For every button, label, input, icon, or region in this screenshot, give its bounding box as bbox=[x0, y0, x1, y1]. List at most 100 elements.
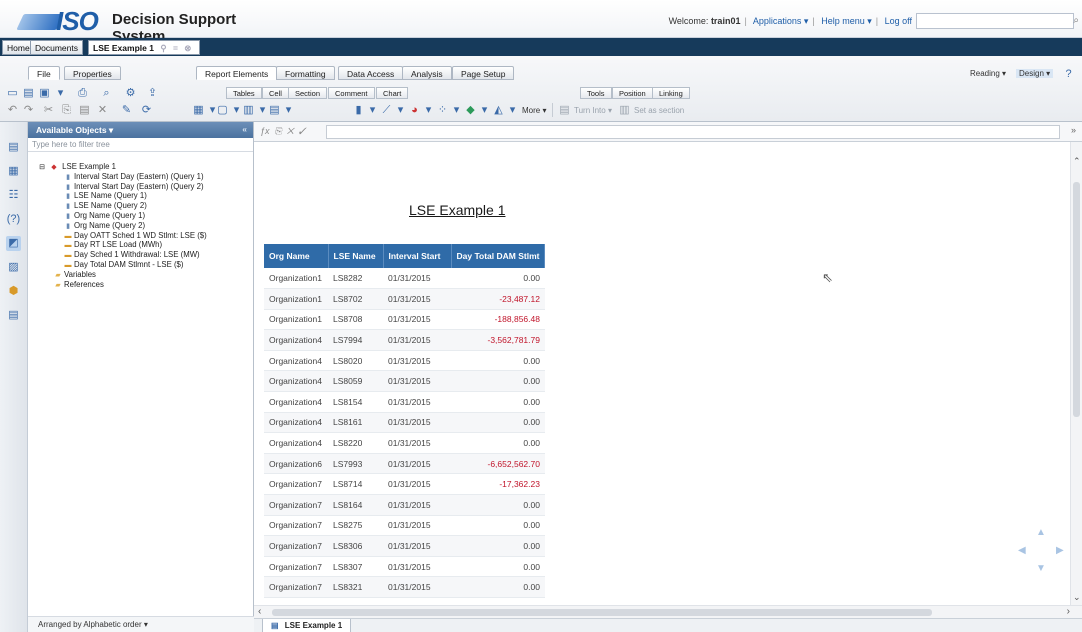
tree-item[interactable]: ▬ Day Sched 1 Withdrawal: LSE (MW) bbox=[36, 250, 253, 260]
subtab-comment[interactable]: Comment bbox=[328, 87, 375, 99]
cell-org-name[interactable]: Organization6 bbox=[264, 453, 328, 475]
cell-org-name[interactable]: Organization1 bbox=[264, 268, 328, 290]
cell-day-total-dam[interactable]: 0.00 bbox=[451, 494, 545, 516]
tree-item[interactable]: ▮ LSE Name (Query 1) bbox=[36, 191, 253, 201]
export-icon[interactable]: ⇪ bbox=[146, 87, 159, 100]
cell-interval-start[interactable]: 01/31/2015 bbox=[383, 309, 451, 331]
save-dropdown-icon[interactable]: ▾ bbox=[54, 87, 67, 100]
cell-interval-start[interactable]: 01/31/2015 bbox=[383, 576, 451, 598]
tab-documents[interactable]: Documents bbox=[30, 40, 83, 55]
formula-toolbar-icons[interactable]: ƒx ⎘ ✕ ✓ bbox=[260, 126, 305, 137]
tree-item[interactable]: ▰ Variables bbox=[36, 270, 253, 280]
tree-root[interactable]: ⊟ ◆ LSE Example 1 bbox=[36, 162, 253, 172]
subtab-tables[interactable]: Tables bbox=[226, 87, 262, 99]
cell-org-name[interactable]: Organization1 bbox=[264, 309, 328, 331]
cell-interval-start[interactable]: 01/31/2015 bbox=[383, 412, 451, 434]
insert-freecell-icon[interactable]: ▤ bbox=[268, 104, 281, 117]
cell-day-total-dam[interactable]: 0.00 bbox=[451, 370, 545, 393]
find-icon[interactable]: ⌕ bbox=[100, 87, 113, 100]
input-controls-icon[interactable]: ☷ bbox=[6, 188, 21, 203]
new-document-icon[interactable]: ▭ bbox=[6, 87, 19, 100]
tree-item[interactable]: ▰ References bbox=[36, 280, 253, 290]
cell-org-name[interactable]: Organization4 bbox=[264, 412, 328, 434]
refresh-icon[interactable]: ⟳ bbox=[140, 104, 153, 117]
save-icon[interactable]: ▣ bbox=[38, 87, 51, 100]
cell-lse-name[interactable]: LS8161 bbox=[328, 412, 383, 434]
cell-day-total-dam[interactable]: 0.00 bbox=[451, 535, 545, 557]
tab-analysis[interactable]: Analysis bbox=[402, 66, 452, 80]
scroll-right-icon[interactable]: › bbox=[1067, 606, 1070, 617]
table-row[interactable]: Organization4 LS7994 01/31/2015 -3,562,781.… bbox=[264, 329, 545, 351]
document-summary-icon[interactable]: ▤ bbox=[6, 140, 21, 155]
map-chart-dropdown-icon[interactable]: ▾ bbox=[478, 104, 491, 117]
cell-lse-name[interactable]: LS8154 bbox=[328, 391, 383, 413]
tree-item[interactable]: ▬ Day Total DAM Stlmnt - LSE ($) bbox=[36, 260, 253, 270]
pin-icon[interactable]: ⚲ bbox=[160, 43, 166, 53]
table-row[interactable]: Organization7 LS8306 01/31/2015 0.00 bbox=[264, 535, 545, 557]
cell-lse-name[interactable]: LS8164 bbox=[328, 494, 383, 516]
nav-left-icon[interactable]: ◀ bbox=[1018, 545, 1026, 556]
cell-interval-start[interactable]: 01/31/2015 bbox=[383, 329, 451, 351]
table-row[interactable]: Organization6 LS7993 01/31/2015 -6,652,562.… bbox=[264, 453, 545, 475]
scroll-left-icon[interactable]: ‹ bbox=[258, 606, 261, 617]
vertical-scrollbar[interactable]: ⌃ ⌄ bbox=[1070, 142, 1082, 605]
cell-org-name[interactable]: Organization4 bbox=[264, 432, 328, 454]
cell-interval-start[interactable]: 01/31/2015 bbox=[383, 288, 451, 310]
global-search-input[interactable]: ⌕ bbox=[916, 13, 1079, 29]
cell-interval-start[interactable]: 01/31/2015 bbox=[383, 556, 451, 578]
cell-lse-name[interactable]: LS8307 bbox=[328, 556, 383, 578]
table-row[interactable]: Organization7 LS8307 01/31/2015 0.00 bbox=[264, 556, 545, 578]
panel-title[interactable]: Available Objects ▾ bbox=[36, 125, 113, 135]
user-prompt-icon[interactable]: (?) bbox=[6, 212, 21, 227]
table-row[interactable]: Organization7 LS8164 01/31/2015 0.00 bbox=[264, 494, 545, 516]
cell-interval-start[interactable]: 01/31/2015 bbox=[383, 494, 451, 516]
cell-org-name[interactable]: Organization4 bbox=[264, 391, 328, 413]
cell-lse-name[interactable]: LS8059 bbox=[328, 370, 383, 393]
tree-item[interactable]: ▬ Day OATT Sched 1 WD Stlmt: LSE ($) bbox=[36, 231, 253, 241]
tab-report-elements[interactable]: Report Elements bbox=[196, 66, 278, 80]
cell-org-name[interactable]: Organization4 bbox=[264, 370, 328, 393]
column-header-day-total-dam[interactable]: Day Total DAM Stlmt bbox=[451, 244, 546, 268]
area-chart-dropdown-icon[interactable]: ▾ bbox=[506, 104, 519, 117]
expand-formula-icon[interactable]: » bbox=[1071, 125, 1076, 135]
vertical-scroll-thumb[interactable] bbox=[1073, 182, 1080, 417]
cell-org-name[interactable]: Organization4 bbox=[264, 329, 328, 351]
format-painter-icon[interactable]: ✎ bbox=[120, 104, 133, 117]
cell-lse-name[interactable]: LS8708 bbox=[328, 309, 383, 331]
subtab-tools[interactable]: Tools bbox=[580, 87, 612, 99]
table-row[interactable]: Organization1 LS8702 01/31/2015 -23,487.12 bbox=[264, 288, 545, 310]
pie-chart-icon[interactable]: ◕ bbox=[408, 104, 421, 117]
design-mode-button[interactable]: Design ▾ bbox=[1016, 69, 1054, 78]
table-row[interactable]: Organization7 LS8275 01/31/2015 0.00 bbox=[264, 515, 545, 537]
tree-item[interactable]: ▬ Day RT LSE Load (MWh) bbox=[36, 240, 253, 250]
data-sources-icon[interactable]: ⬢ bbox=[6, 284, 21, 299]
table-row[interactable]: Organization4 LS8220 01/31/2015 0.00 bbox=[264, 432, 545, 454]
freecell-dropdown-icon[interactable]: ▾ bbox=[282, 104, 295, 117]
tab-page-setup[interactable]: Page Setup bbox=[452, 66, 515, 80]
cell-org-name[interactable]: Organization7 bbox=[264, 556, 328, 578]
navigation-map-icon[interactable]: ▦ bbox=[6, 164, 21, 179]
table-row[interactable]: Organization7 LS8321 01/31/2015 0.00 bbox=[264, 576, 545, 598]
track-changes-icon[interactable]: ⚙ bbox=[124, 87, 137, 100]
insert-cell-icon[interactable]: ▢ bbox=[216, 104, 229, 117]
logoff-link[interactable]: Log off bbox=[885, 16, 912, 26]
filter-tree-input[interactable]: Type here to filter tree bbox=[28, 138, 253, 152]
redo-icon[interactable]: ↷ bbox=[22, 104, 35, 117]
table-row[interactable]: Organization1 LS8708 01/31/2015 -188,856.48 bbox=[264, 309, 545, 331]
paste-icon[interactable]: ▤ bbox=[78, 104, 91, 117]
table-row[interactable]: Organization1 LS8282 01/31/2015 0.00 bbox=[264, 268, 545, 290]
subtab-section[interactable]: Section bbox=[288, 87, 328, 99]
cell-org-name[interactable]: Organization7 bbox=[264, 494, 328, 516]
cell-interval-start[interactable]: 01/31/2015 bbox=[383, 535, 451, 557]
help-icon[interactable]: ? bbox=[1062, 68, 1075, 81]
table-row[interactable]: Organization4 LS8161 01/31/2015 0.00 bbox=[264, 412, 545, 434]
tab-data-access[interactable]: Data Access bbox=[338, 66, 404, 80]
table-row[interactable]: Organization4 LS8154 01/31/2015 0.00 bbox=[264, 391, 545, 413]
cell-day-total-dam[interactable]: 0.00 bbox=[451, 412, 545, 434]
cell-org-name[interactable]: Organization7 bbox=[264, 535, 328, 557]
tree-item[interactable]: ▮ Org Name (Query 1) bbox=[36, 211, 253, 221]
subtab-cell[interactable]: Cell bbox=[262, 87, 289, 99]
cell-interval-start[interactable]: 01/31/2015 bbox=[383, 453, 451, 475]
column-header-org-name[interactable]: Org Name bbox=[264, 244, 329, 268]
cell-lse-name[interactable]: LS7994 bbox=[328, 329, 383, 351]
